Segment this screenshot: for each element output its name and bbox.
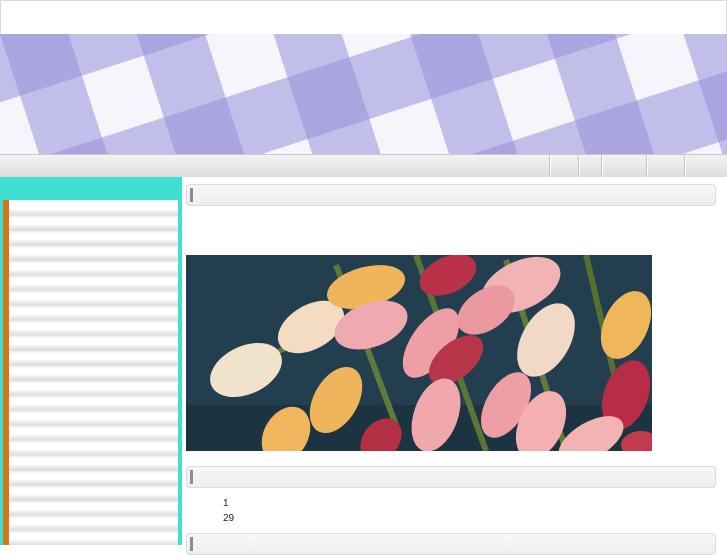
nav-tab-2[interactable]	[578, 155, 601, 177]
stat-value-2: 29	[223, 513, 235, 524]
sidebar-panel	[3, 200, 178, 545]
nav-tab-1[interactable]	[549, 155, 578, 177]
section-header-2	[186, 466, 716, 488]
nav-bar	[0, 154, 727, 178]
sidebar-menu-list[interactable]	[9, 204, 178, 545]
section-marker	[190, 470, 193, 484]
tulips-photo	[186, 255, 652, 451]
hero-image	[186, 255, 652, 451]
section-marker	[190, 188, 193, 202]
section-header-3	[186, 533, 716, 555]
sidebar	[0, 177, 182, 545]
top-bar	[0, 0, 727, 35]
nav-tab-3[interactable]	[601, 155, 646, 177]
section-header-1	[186, 184, 716, 206]
nav-tab-5[interactable]	[684, 155, 727, 177]
stat-value-1: 1	[223, 498, 229, 509]
header-banner	[0, 34, 727, 154]
main-content: 1 29	[182, 177, 727, 555]
gingham-banner-image	[0, 34, 727, 154]
section-marker	[190, 537, 193, 551]
nav-tab-4[interactable]	[646, 155, 684, 177]
